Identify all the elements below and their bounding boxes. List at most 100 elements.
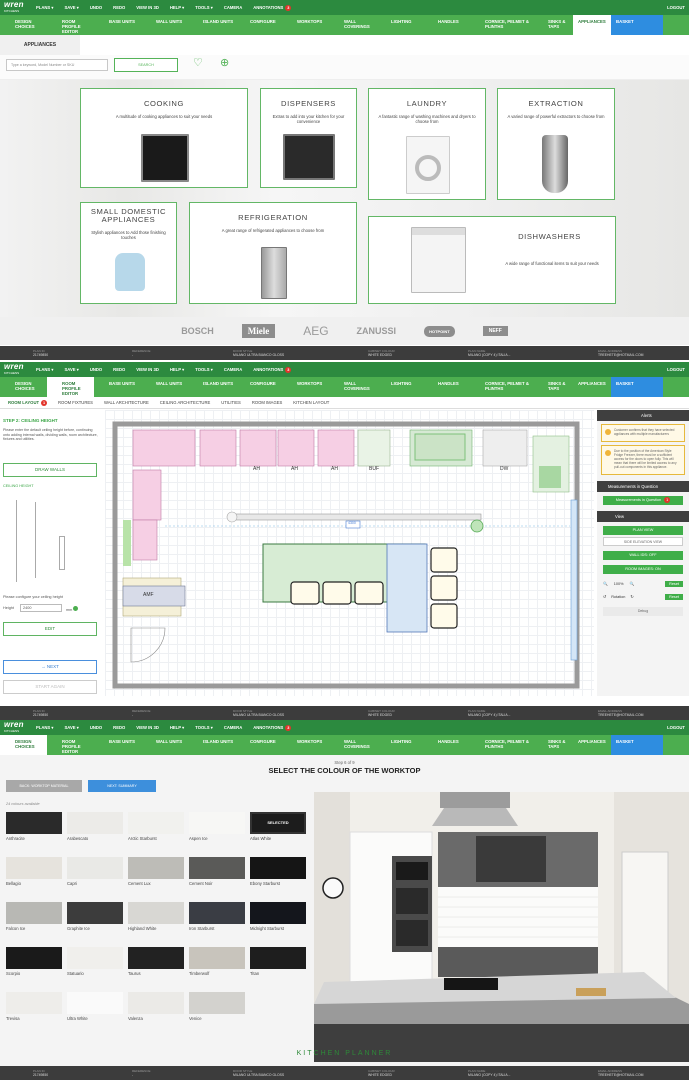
nav-base-units[interactable]: BASE UNITS (94, 15, 141, 35)
edit-button[interactable]: EDIT (3, 622, 97, 636)
start-again-button[interactable]: START AGAIN (3, 680, 97, 694)
undo-button[interactable]: UNDO (90, 725, 102, 730)
tab-room-images[interactable]: ROOM IMAGES (252, 400, 282, 405)
next-summary-button[interactable]: NEXT: SUMMARY (88, 780, 156, 792)
colour-swatch[interactable] (189, 857, 245, 879)
heart-icon[interactable]: ♡ (193, 56, 203, 69)
undo-button[interactable]: UNDO (90, 367, 102, 372)
colour-swatch[interactable] (67, 992, 123, 1014)
tools-menu[interactable]: TOOLS ▾ (195, 725, 213, 730)
view-3d-button[interactable]: VIEW IN 3D (136, 725, 159, 730)
nav-lighting[interactable]: LIGHTING (376, 15, 423, 35)
next-button[interactable]: → NEXT (3, 660, 97, 674)
colour-swatch[interactable] (189, 992, 245, 1014)
nav-island-units[interactable]: ISLAND UNITS (188, 15, 235, 35)
redo-button[interactable]: REDO (113, 725, 125, 730)
annotations-button[interactable]: ANNOTATIONS 3 (253, 724, 292, 731)
colour-swatch[interactable] (67, 812, 123, 834)
colour-swatch[interactable] (250, 947, 306, 969)
plans-menu[interactable]: PLANS ▾ (36, 5, 53, 10)
alerts-header[interactable]: Alerts (597, 410, 689, 421)
nav-island-units[interactable]: ISLAND UNITS (188, 377, 235, 397)
colour-swatch[interactable] (189, 812, 245, 834)
nav-sinks[interactable]: SINKS & TAPS (533, 377, 573, 397)
nav-room-profile[interactable]: ROOM PROFILE EDITOR (47, 15, 94, 35)
nav-appliances[interactable]: APPLIANCES (573, 377, 611, 397)
nav-sinks[interactable]: SINKS & TAPS (533, 735, 573, 755)
category-cooking[interactable]: COOKING A multitude of cooking appliance… (80, 88, 248, 188)
nav-wall-coverings[interactable]: WALL COVERINGS (329, 735, 376, 755)
plans-menu[interactable]: PLANS ▾ (36, 367, 53, 372)
nav-appliances[interactable]: APPLIANCES (573, 15, 611, 35)
nav-configure[interactable]: CONFIGURE (235, 15, 282, 35)
nav-worktops[interactable]: WORKTOPS (282, 377, 329, 397)
debug-row[interactable]: Debug (603, 607, 683, 616)
nav-island-units[interactable]: ISLAND UNITS (188, 735, 235, 755)
room-images-toggle[interactable]: ROOM IMAGES: ON (603, 565, 683, 574)
view-3d-button[interactable]: VIEW IN 3D (136, 5, 159, 10)
colour-swatch[interactable] (250, 902, 306, 924)
nav-lighting[interactable]: LIGHTING (376, 377, 423, 397)
nav-cornice[interactable]: CORNICE, PELMET & PLINTHS (470, 377, 533, 397)
annotations-button[interactable]: ANNOTATIONS 3 (253, 366, 292, 373)
view-header[interactable]: View (597, 511, 689, 522)
nav-basket[interactable]: BASKET (611, 377, 663, 397)
tools-menu[interactable]: TOOLS ▾ (195, 5, 213, 10)
tools-menu[interactable]: TOOLS ▾ (195, 367, 213, 372)
help-menu[interactable]: HELP ▾ (170, 367, 184, 372)
logout-button[interactable]: LOGOUT (667, 5, 689, 10)
measurements-button[interactable]: Measurements in Question 1 (603, 496, 683, 505)
nav-base-units[interactable]: BASE UNITS (94, 735, 141, 755)
nav-sinks[interactable]: SINKS & TAPS (533, 15, 573, 35)
category-laundry[interactable]: LAUNDRY A fantastic range of washing mac… (368, 88, 486, 200)
nav-wall-units[interactable]: WALL UNITS (141, 15, 188, 35)
nav-basket[interactable]: BASKET (611, 735, 663, 755)
colour-swatch[interactable] (6, 857, 62, 879)
colour-swatch[interactable] (189, 947, 245, 969)
colour-swatch[interactable] (128, 902, 184, 924)
colour-swatch[interactable]: SELECTED (250, 812, 306, 834)
nav-appliances[interactable]: APPLIANCES (573, 735, 611, 755)
cart-add-icon[interactable]: ⊕ (220, 56, 229, 69)
back-button[interactable]: BACK: WORKTOP MATERIAL (6, 780, 82, 792)
search-input[interactable]: Type a keyword, Model Number or SKU (6, 59, 108, 71)
category-refrigeration[interactable]: REFRIGERATION A great range of refrigera… (189, 202, 357, 304)
tab-room-fixtures[interactable]: ROOM FIXTURES (58, 400, 93, 405)
colour-swatch[interactable] (128, 857, 184, 879)
help-menu[interactable]: HELP ▾ (170, 725, 184, 730)
save-menu[interactable]: SAVE ▾ (64, 367, 78, 372)
nav-base-units[interactable]: BASE UNITS (94, 377, 141, 397)
nav-cornice[interactable]: CORNICE, PELMET & PLINTHS (470, 15, 533, 35)
category-extraction[interactable]: EXTRACTION A varied range of powerful ex… (497, 88, 615, 200)
colour-swatch[interactable] (128, 992, 184, 1014)
tab-wall-architecture[interactable]: WALL ARCHITECTURE (104, 400, 149, 405)
colour-swatch[interactable] (250, 857, 306, 879)
nav-room-profile[interactable]: ROOM PROFILE EDITOR (47, 377, 94, 397)
view-3d-button[interactable]: VIEW IN 3D (136, 367, 159, 372)
colour-swatch[interactable] (6, 902, 62, 924)
nav-worktops[interactable]: WORKTOPS (282, 735, 329, 755)
rotate-right-icon[interactable]: ↻ (630, 594, 633, 599)
side-elevation-button[interactable]: SIDE ELEVATION VIEW (603, 537, 683, 546)
nav-handles[interactable]: HANDLES (423, 377, 470, 397)
nav-handles[interactable]: HANDLES (423, 15, 470, 35)
redo-button[interactable]: REDO (113, 5, 125, 10)
nav-configure[interactable]: CONFIGURE (235, 377, 282, 397)
nav-worktops[interactable]: WORKTOPS (282, 15, 329, 35)
nav-room-profile[interactable]: ROOM PROFILE EDITOR (47, 735, 94, 755)
draw-walls-button[interactable]: DRAW WALLS (3, 463, 97, 477)
search-button[interactable]: SEARCH (114, 58, 178, 72)
category-dispensers[interactable]: DISPENSERS Extras to add into your kitch… (260, 88, 357, 188)
nav-wall-units[interactable]: WALL UNITS (141, 377, 188, 397)
help-menu[interactable]: HELP ▾ (170, 5, 184, 10)
colour-swatch[interactable] (6, 947, 62, 969)
nav-wall-coverings[interactable]: WALL COVERINGS (329, 15, 376, 35)
nav-wall-coverings[interactable]: WALL COVERINGS (329, 377, 376, 397)
camera-button[interactable]: CAMERA (224, 367, 242, 372)
plans-menu[interactable]: PLANS ▾ (36, 725, 53, 730)
category-small-domestic[interactable]: SMALL DOMESTIC APPLIANCES Stylish applia… (80, 202, 177, 304)
camera-button[interactable]: CAMERA (224, 5, 242, 10)
colour-swatch[interactable] (67, 902, 123, 924)
nav-design-choices[interactable]: DESIGN CHOICES (0, 377, 47, 397)
nav-lighting[interactable]: LIGHTING (376, 735, 423, 755)
